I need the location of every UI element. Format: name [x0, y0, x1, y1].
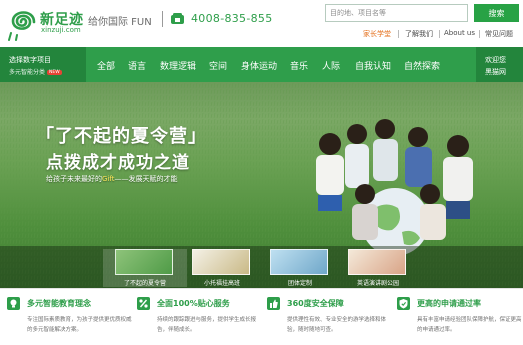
link-separator — [479, 30, 480, 38]
thumb-group-custom[interactable]: 团体定制 — [258, 249, 342, 287]
project-selector-subtitle: 多元智能分类 NEW — [9, 69, 62, 76]
project-selector[interactable]: 选择数字项目 多元智能分类 NEW — [0, 47, 86, 82]
feature-title: 更高的申请通过率 — [417, 299, 481, 308]
thumbs-up-icon — [267, 297, 280, 310]
search-input[interactable] — [325, 4, 468, 22]
thumb-image — [348, 249, 406, 275]
nav-item-nature[interactable]: 自然探索 — [404, 59, 440, 72]
search-button[interactable]: 搜索 — [474, 4, 519, 22]
nav-item-self[interactable]: 自我认知 — [355, 59, 391, 72]
thumb-image — [270, 249, 328, 275]
shield-icon — [397, 297, 410, 310]
feature-desc: 具有丰富申请经验团队保障护航，保证更高的申请通过率。 — [417, 317, 522, 333]
thumb-image — [115, 249, 173, 275]
nav-item-music[interactable]: 音乐 — [290, 59, 308, 72]
feature-item: 更高的申请通过率 具有丰富申请经验团队保障护航，保证更高的申请通过率。 — [397, 295, 523, 345]
thumb-summer-camp[interactable]: 了不起的夏令营 — [103, 249, 187, 287]
nav-item-interpersonal[interactable]: 人际 — [322, 59, 340, 72]
feature-desc: 专注国际素质教育，为孩子提供更优质权威的多元智能解决方案。 — [27, 317, 132, 333]
nav-item-all[interactable]: 全部 — [97, 59, 115, 72]
user-welcome[interactable]: 欢迎您 黑猫网 — [476, 47, 523, 82]
link-about-cn[interactable]: 了解我们 — [405, 29, 433, 39]
banner-headline: 「了不起的夏令营」 — [36, 126, 207, 147]
new-badge: NEW — [47, 70, 62, 75]
banner-thumbnails: 了不起的夏令营 小托福挂高班 团体定制 英语演讲剧公园 — [0, 246, 523, 288]
phone-icon — [171, 13, 184, 24]
lightbulb-icon — [7, 297, 20, 310]
header-divider — [162, 11, 163, 27]
main-nav: 选择数字项目 多元智能分类 NEW 全部 语言 数理逻辑 空间 身体运动 音乐 人… — [0, 47, 523, 82]
hero-banner[interactable]: 「了不起的夏令营」 点拨成才成功之道 给孩子未来最好的Gift——发展天赋的才能… — [0, 82, 523, 288]
thumb-caption: 团体定制 — [287, 280, 312, 287]
percent-icon — [137, 297, 150, 310]
nav-item-logic[interactable]: 数理逻辑 — [160, 59, 196, 72]
feature-desc: 持续的跟踪跟进与服务，提供学生成长报告，伴随成长。 — [157, 317, 257, 333]
thumb-caption: 英语演讲剧公园 — [356, 280, 399, 287]
banner-subline: 点拨成才成功之道 — [46, 153, 190, 173]
feature-title: 全面100%贴心服务 — [157, 299, 230, 308]
link-separator — [439, 30, 440, 38]
feature-row: 多元智能教育理念 专注国际素质教育，为孩子提供更优质权威的多元智能解决方案。 全… — [0, 288, 523, 345]
welcome-text: 欢迎您 — [485, 56, 506, 64]
banner-tagline: 给孩子未来最好的Gift——发展天赋的才能 — [46, 175, 178, 183]
nav-item-space[interactable]: 空间 — [209, 59, 227, 72]
link-faq[interactable]: 常见问题 — [485, 29, 513, 39]
feature-item: 多元智能教育理念 专注国际素质教育，为孩子提供更优质权威的多元智能解决方案。 — [7, 295, 137, 345]
nav-item-language[interactable]: 语言 — [128, 59, 146, 72]
thumb-caption: 了不起的夏令营 — [123, 280, 166, 287]
thumb-speech-park[interactable]: 英语演讲剧公园 — [336, 249, 420, 287]
project-selector-title: 选择数字项目 — [9, 56, 51, 64]
thumb-toefl[interactable]: 小托福挂高班 — [180, 249, 264, 287]
phone-number: 4008-835-855 — [191, 12, 273, 25]
site-header: 新足迹 xinzuji.com 给你国际 FUN 4008-835-855 搜索… — [0, 0, 523, 46]
thumb-caption: 小托福挂高班 — [203, 280, 240, 287]
thumb-image — [192, 249, 250, 275]
feature-title: 360度安全保障 — [287, 299, 344, 308]
welcome-user: 黑猫网 — [485, 68, 506, 76]
nav-item-sports[interactable]: 身体运动 — [241, 59, 277, 72]
feature-desc: 提供理性有效、专业安全的游学选择和体验，随时随地可查。 — [287, 317, 387, 333]
link-separator — [398, 30, 399, 38]
slogan: 给你国际 FUN — [88, 17, 152, 28]
link-about-en[interactable]: About us — [444, 29, 475, 37]
feature-item: 360度安全保障 提供理性有效、专业安全的游学选择和体验，随时随地可查。 — [267, 295, 397, 345]
feature-item: 全面100%贴心服务 持续的跟踪跟进与服务，提供学生成长报告，伴随成长。 — [137, 295, 267, 345]
brand-domain: xinzuji.com — [41, 26, 81, 34]
link-parent-school[interactable]: 家长学堂 — [363, 29, 391, 39]
spiral-logo-icon[interactable] — [5, 3, 37, 41]
feature-title: 多元智能教育理念 — [27, 299, 91, 308]
